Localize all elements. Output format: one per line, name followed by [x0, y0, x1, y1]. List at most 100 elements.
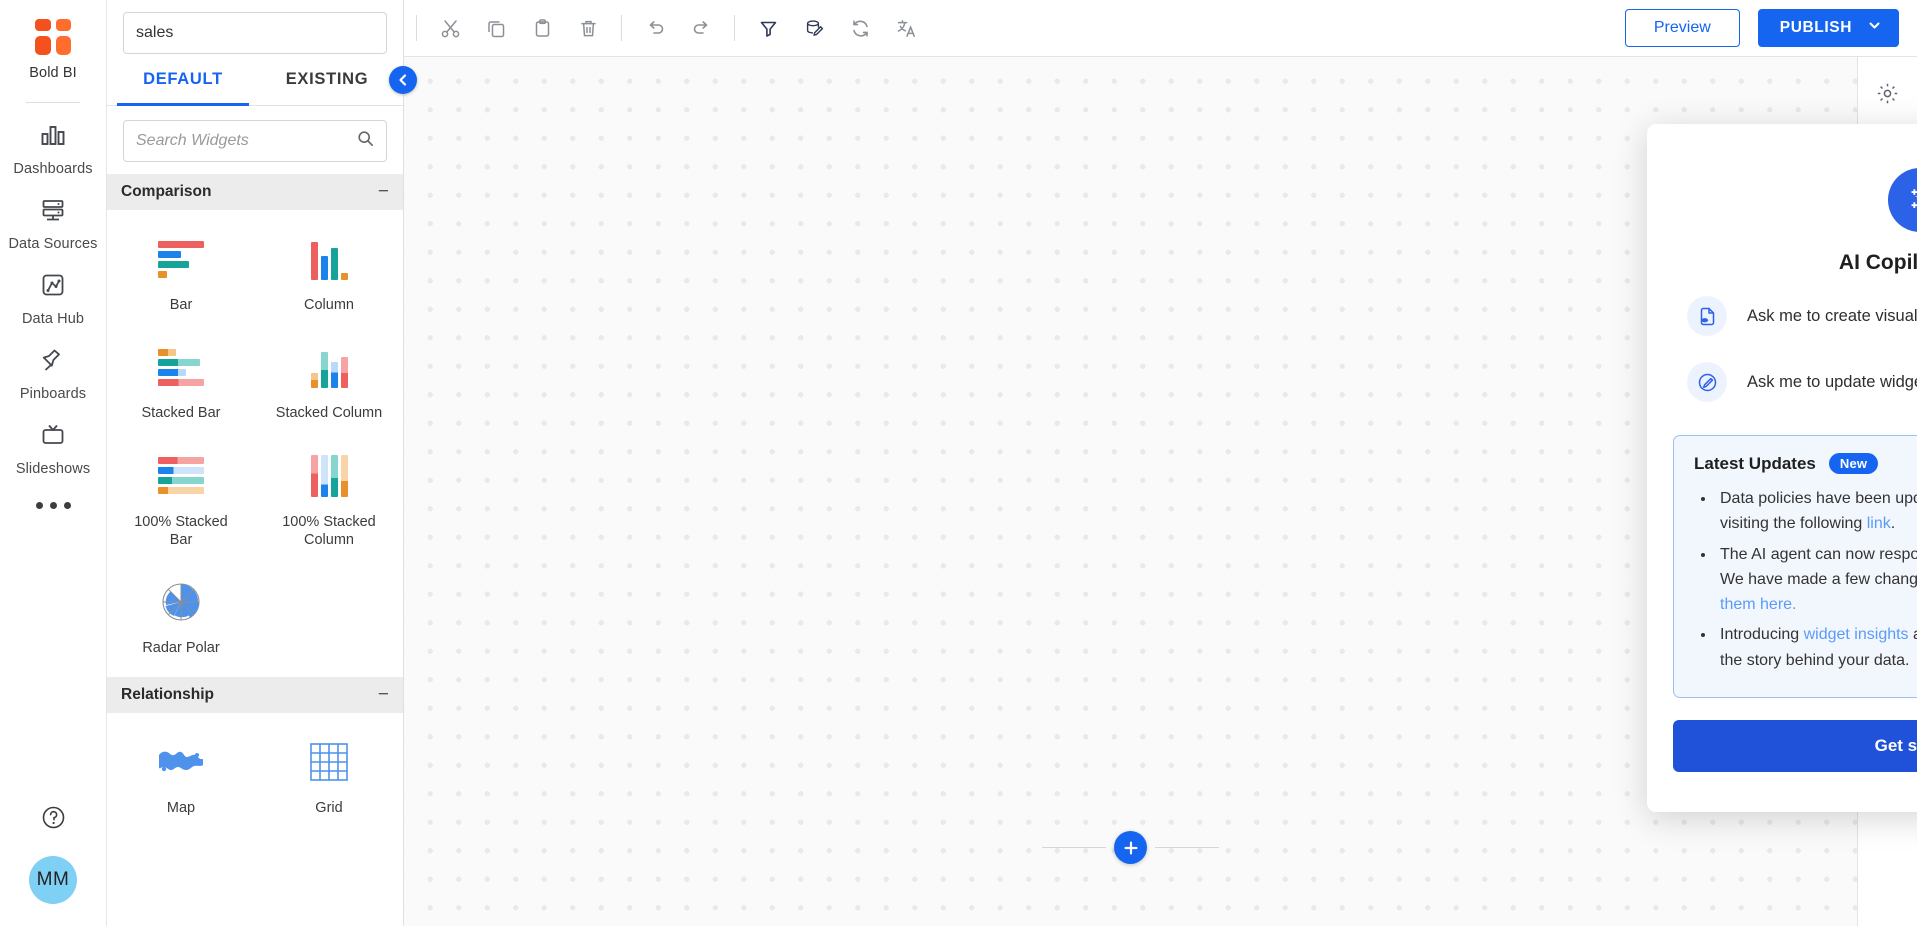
slideshow-icon: [40, 422, 66, 453]
paste-icon[interactable]: [519, 6, 565, 50]
preview-button[interactable]: Preview: [1625, 9, 1740, 47]
settings-gear-icon[interactable]: [1866, 73, 1910, 113]
delete-icon[interactable]: [565, 6, 611, 50]
widget-100-stacked-bar[interactable]: 100% Stacked Bar: [107, 437, 255, 564]
ai-copilot-dialog: AI Copilot Beta Ask me to create visuali: [1647, 124, 1917, 812]
widget-label: Radar Polar: [142, 639, 219, 657]
toolbar-divider: [621, 15, 622, 41]
widget-bar[interactable]: Bar: [107, 220, 255, 328]
update-link[interactable]: widget insights: [1804, 626, 1909, 643]
widget-grid-relationship: Map Grid: [107, 713, 403, 837]
widget-label: Grid: [315, 799, 342, 817]
dashboard-designer-app: Bold BI Dashboards Data Sources: [0, 0, 1917, 926]
add-row-line-left: [1042, 847, 1106, 848]
widget-stacked-bar[interactable]: Stacked Bar: [107, 328, 255, 436]
tab-existing[interactable]: EXISTING: [255, 54, 399, 105]
avatar[interactable]: MM: [29, 856, 77, 904]
sparkle-icon: [1888, 168, 1917, 232]
document-eye-icon: [1687, 296, 1727, 336]
bar-chart-icon: [158, 236, 204, 282]
widget-column[interactable]: Column: [255, 220, 403, 328]
latest-updates-item: Introducing widget insights and dashboar…: [1716, 622, 1917, 673]
add-row-control: [404, 831, 1857, 864]
sidebar-item-label: Pinboards: [20, 386, 86, 402]
pencil-edit-icon: [1687, 362, 1727, 402]
widget-grid-comparison: Bar Column: [107, 210, 403, 677]
toolbar-divider: [416, 15, 417, 41]
update-text: .: [1891, 515, 1895, 532]
help-circle-icon[interactable]: [40, 804, 67, 836]
panel-tabs: DEFAULT EXISTING: [107, 54, 403, 106]
data-sources-icon: [40, 197, 66, 228]
radar-polar-icon: [159, 579, 203, 625]
stacked-bar-icon: [158, 344, 204, 390]
widget-100-stacked-column[interactable]: 100% Stacked Column: [255, 437, 403, 564]
search-widgets-input[interactable]: [136, 132, 357, 150]
sidebar-more-button[interactable]: [36, 486, 71, 525]
copilot-title-row: AI Copilot Beta: [1839, 251, 1917, 275]
widget-list-scroll[interactable]: Comparison − Bar: [107, 174, 403, 926]
copilot-feature-update-widget-properties: Ask me to update widget properties in th…: [1673, 349, 1917, 415]
latest-updates-title: Latest Updates: [1694, 454, 1816, 474]
copilot-title: AI Copilot: [1839, 251, 1917, 275]
widget-label: Stacked Column: [276, 404, 382, 422]
redo-icon[interactable]: [678, 6, 724, 50]
widget-group-comparison-header[interactable]: Comparison −: [107, 174, 403, 210]
widget-radar-polar[interactable]: Radar Polar: [107, 563, 255, 671]
search-icon: [357, 130, 374, 152]
filter-icon[interactable]: [745, 6, 791, 50]
get-started-button[interactable]: Get started: [1673, 720, 1917, 772]
widget-search-wrap: [107, 106, 403, 174]
bold-bi-logo-icon: [32, 16, 74, 58]
pin-icon: [40, 347, 66, 378]
latest-updates-list: Data policies have been updated.Please r…: [1694, 486, 1917, 673]
widget-stacked-column[interactable]: Stacked Column: [255, 328, 403, 436]
rail-divider: [26, 102, 80, 103]
update-text: Introducing: [1720, 626, 1804, 643]
new-badge: New: [1829, 453, 1878, 474]
chevron-down-icon[interactable]: [1868, 19, 1881, 37]
copilot-scroll-area[interactable]: AI Copilot Beta Ask me to create visuali: [1673, 146, 1917, 812]
group-title: Comparison: [121, 183, 211, 201]
latest-updates-card: Latest Updates New Data policies have be…: [1673, 435, 1917, 698]
sidebar-item-label: Data Hub: [22, 311, 84, 327]
cut-icon[interactable]: [427, 6, 473, 50]
sidebar-item-label: Data Sources: [8, 236, 97, 252]
widget-map[interactable]: Map: [107, 723, 255, 831]
sidebar-item-pinboards[interactable]: Pinboards: [0, 336, 107, 411]
widget-grid[interactable]: Grid: [255, 723, 403, 831]
copy-icon[interactable]: [473, 6, 519, 50]
dashboards-icon: [40, 122, 66, 153]
left-navigation-rail: Bold BI Dashboards Data Sources: [0, 0, 107, 926]
dataset-edit-icon[interactable]: [791, 6, 837, 50]
copilot-header: AI Copilot Beta: [1673, 146, 1917, 283]
toolbar-divider: [734, 15, 735, 41]
sidebar-item-data-hub[interactable]: Data Hub: [0, 261, 107, 336]
sidebar-item-dashboards[interactable]: Dashboards: [0, 111, 107, 186]
refresh-icon[interactable]: [837, 6, 883, 50]
widget-group-relationship-header[interactable]: Relationship −: [107, 677, 403, 713]
sidebar-item-label: Dashboards: [13, 161, 92, 177]
latest-updates-item: Data policies have been updated.Please r…: [1716, 486, 1917, 537]
publish-button[interactable]: PUBLISH: [1758, 9, 1899, 47]
add-widget-button[interactable]: [1114, 831, 1147, 864]
collapse-panel-button[interactable]: [389, 66, 417, 94]
localization-icon[interactable]: [883, 6, 929, 50]
grid-icon: [309, 739, 349, 785]
tab-default[interactable]: DEFAULT: [111, 54, 255, 105]
copilot-feature-text: Ask me to create visualizations for your…: [1747, 307, 1917, 326]
data-hub-icon: [40, 272, 66, 303]
undo-icon[interactable]: [632, 6, 678, 50]
widget-label: 100% Stacked Column: [273, 513, 385, 550]
sidebar-item-data-sources[interactable]: Data Sources: [0, 186, 107, 261]
update-link[interactable]: link: [1867, 515, 1891, 532]
widget-label: Bar: [170, 296, 193, 314]
canvas-area: Preview PUBLISH: [404, 0, 1917, 926]
sidebar-item-slideshows[interactable]: Slideshows: [0, 411, 107, 486]
widget-label: 100% Stacked Bar: [125, 513, 237, 550]
copilot-feature-text: Ask me to update widget properties in th…: [1747, 373, 1917, 392]
stacked-column-icon: [311, 344, 348, 390]
search-widgets-field[interactable]: [123, 120, 387, 162]
dashboard-name-field[interactable]: [123, 12, 387, 54]
dashboard-name-input[interactable]: [136, 24, 374, 42]
